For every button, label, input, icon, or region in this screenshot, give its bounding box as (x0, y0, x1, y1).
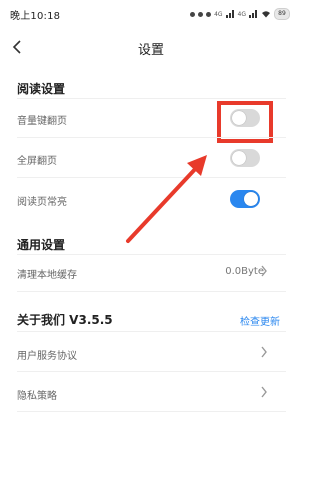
user-agreement-label[interactable]: 用户服务协议 (17, 347, 77, 362)
chevron-right-icon[interactable] (260, 346, 268, 358)
chevron-right-icon[interactable] (260, 265, 268, 277)
chevron-right-icon[interactable] (260, 386, 268, 398)
divider (17, 411, 286, 412)
cache-size-value: 0.0Byte (225, 266, 264, 277)
divider (17, 291, 286, 292)
divider (17, 331, 286, 332)
general-section-title: 通用设置 (17, 238, 66, 252)
privacy-policy-label[interactable]: 隐私策略 (17, 387, 57, 402)
divider (17, 254, 286, 255)
clear-cache-label[interactable]: 清理本地缓存 (17, 266, 77, 281)
check-update-link[interactable]: 检查更新 (240, 313, 280, 328)
divider (17, 371, 286, 372)
about-section-title: 关于我们 V3.5.5 (17, 313, 113, 327)
